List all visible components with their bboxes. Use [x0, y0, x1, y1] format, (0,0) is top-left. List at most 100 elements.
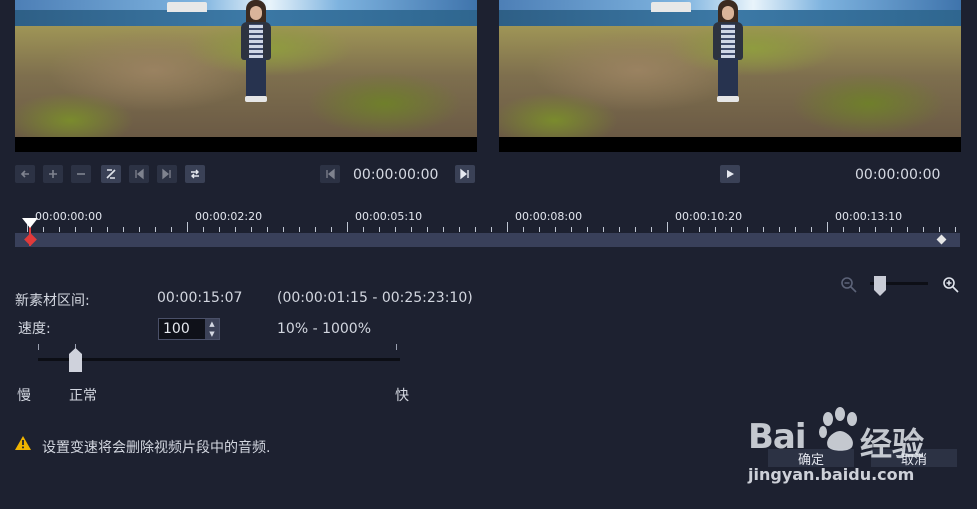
duration-range: (00:00:01:15 - 00:25:23:10)	[277, 290, 473, 306]
speed-stepper[interactable]: 100 ▲ ▼	[158, 318, 220, 340]
ruler-tick	[939, 227, 940, 232]
previous-frame-button[interactable]	[320, 165, 340, 183]
watermark-logo: Bai	[748, 417, 807, 457]
next-frame-button[interactable]	[455, 165, 475, 183]
ruler-tick	[331, 227, 332, 232]
ruler-tick	[427, 227, 428, 232]
ruler-tick	[891, 227, 892, 232]
ruler-tick	[75, 227, 76, 232]
preview-timecode: 00:00:00:00	[855, 167, 941, 183]
ruler-tick	[171, 227, 172, 232]
ruler-tick	[43, 227, 44, 232]
slider-fast-label: 快	[395, 388, 409, 404]
zoom-out-icon[interactable]	[840, 276, 858, 294]
ruler-tick	[875, 227, 876, 232]
speed-increase-button[interactable]: ▲	[205, 319, 219, 329]
speed-slider-thumb[interactable]	[69, 348, 82, 372]
timeline-ruler[interactable]: 00:00:00:00 00:00:02:20 00:00:05:10 00:0…	[15, 210, 960, 232]
ruler-tick	[235, 227, 236, 232]
ruler-tick	[347, 222, 348, 232]
ruler-tick	[523, 227, 524, 232]
loop-button[interactable]	[185, 165, 205, 183]
ruler-tick	[715, 227, 716, 232]
arrow-left-icon	[20, 170, 29, 178]
baidu-jingyan-watermark: Bai 经验 jingyan.baidu.com	[748, 405, 938, 495]
next-frame-icon	[162, 168, 171, 180]
ruler-label: 00:00:02:20	[195, 210, 263, 223]
duration-label: 新素材区间:	[15, 293, 90, 309]
ruler-tick	[267, 227, 268, 232]
timeline-track[interactable]	[15, 233, 960, 247]
ruler-tick	[123, 227, 124, 232]
ruler-tick	[603, 227, 604, 232]
reverse-keyframe-button[interactable]	[101, 165, 121, 183]
ruler-tick	[475, 227, 476, 232]
ruler-tick	[667, 222, 668, 232]
ruler-label: 00:00:00:00	[35, 210, 103, 223]
ruler-tick	[283, 227, 284, 232]
slider-slow-label: 慢	[17, 388, 31, 404]
ruler-tick	[491, 227, 492, 232]
speed-input[interactable]: 100	[163, 321, 190, 337]
ruler-label: 00:00:13:10	[835, 210, 903, 223]
ruler-tick	[859, 227, 860, 232]
ruler-tick	[619, 227, 620, 232]
ruler-tick	[555, 227, 556, 232]
play-icon	[727, 170, 734, 178]
ruler-tick	[91, 227, 92, 232]
minus-icon	[77, 173, 85, 175]
slider-normal-label: 正常	[69, 388, 97, 404]
ruler-tick	[699, 227, 700, 232]
ruler-tick	[955, 227, 956, 232]
ruler-tick	[843, 227, 844, 232]
ruler-tick	[731, 227, 732, 232]
caret-down-icon: ▼	[209, 330, 215, 338]
zoom-slider-thumb[interactable]	[874, 276, 886, 296]
ruler-tick	[363, 227, 364, 232]
ruler-label: 00:00:05:10	[355, 210, 423, 223]
ruler-tick	[587, 227, 588, 232]
ruler-tick	[203, 227, 204, 232]
ruler-tick	[683, 227, 684, 232]
video-frame	[15, 0, 477, 137]
ruler-tick	[635, 227, 636, 232]
ruler-tick	[187, 222, 188, 232]
ruler-tick	[395, 227, 396, 232]
ruler-tick	[443, 227, 444, 232]
ruler-tick	[59, 227, 60, 232]
speed-label: 速度:	[18, 321, 51, 337]
warning-text: 设置变速将会删除视频片段中的音频.	[42, 440, 271, 456]
ruler-tick	[811, 227, 812, 232]
previous-keyframe-button[interactable]	[129, 165, 149, 183]
go-to-start-button[interactable]	[15, 165, 35, 183]
ruler-tick	[219, 227, 220, 232]
swap-arrows-icon	[191, 169, 199, 179]
ruler-tick	[827, 222, 828, 232]
watermark-suffix: 经验	[860, 425, 925, 463]
play-button[interactable]	[720, 165, 740, 183]
zoom-in-icon[interactable]	[942, 276, 960, 294]
result-preview	[499, 0, 961, 152]
remove-keyframe-button[interactable]	[71, 165, 91, 183]
speed-slider-track[interactable]	[38, 358, 400, 361]
ruler-tick	[107, 227, 108, 232]
ruler-label: 00:00:10:20	[675, 210, 743, 223]
step-back-icon	[326, 168, 335, 180]
original-preview	[15, 0, 477, 152]
ruler-tick	[747, 227, 748, 232]
speed-decrease-button[interactable]: ▼	[205, 329, 219, 339]
ruler-tick	[507, 222, 508, 232]
next-keyframe-button[interactable]	[157, 165, 177, 183]
playhead-handle[interactable]	[22, 218, 38, 228]
speed-range: 10% - 1000%	[277, 321, 372, 337]
add-keyframe-button[interactable]	[43, 165, 63, 183]
duration-value[interactable]: 00:00:15:07	[157, 290, 242, 306]
playhead-line	[29, 226, 31, 246]
ruler-tick	[763, 227, 764, 232]
ruler-tick	[571, 227, 572, 232]
slider-tick	[38, 344, 39, 350]
original-timecode: 00:00:00:00	[353, 167, 439, 183]
ruler-tick	[251, 227, 252, 232]
ruler-tick	[411, 227, 412, 232]
ruler-tick	[299, 227, 300, 232]
